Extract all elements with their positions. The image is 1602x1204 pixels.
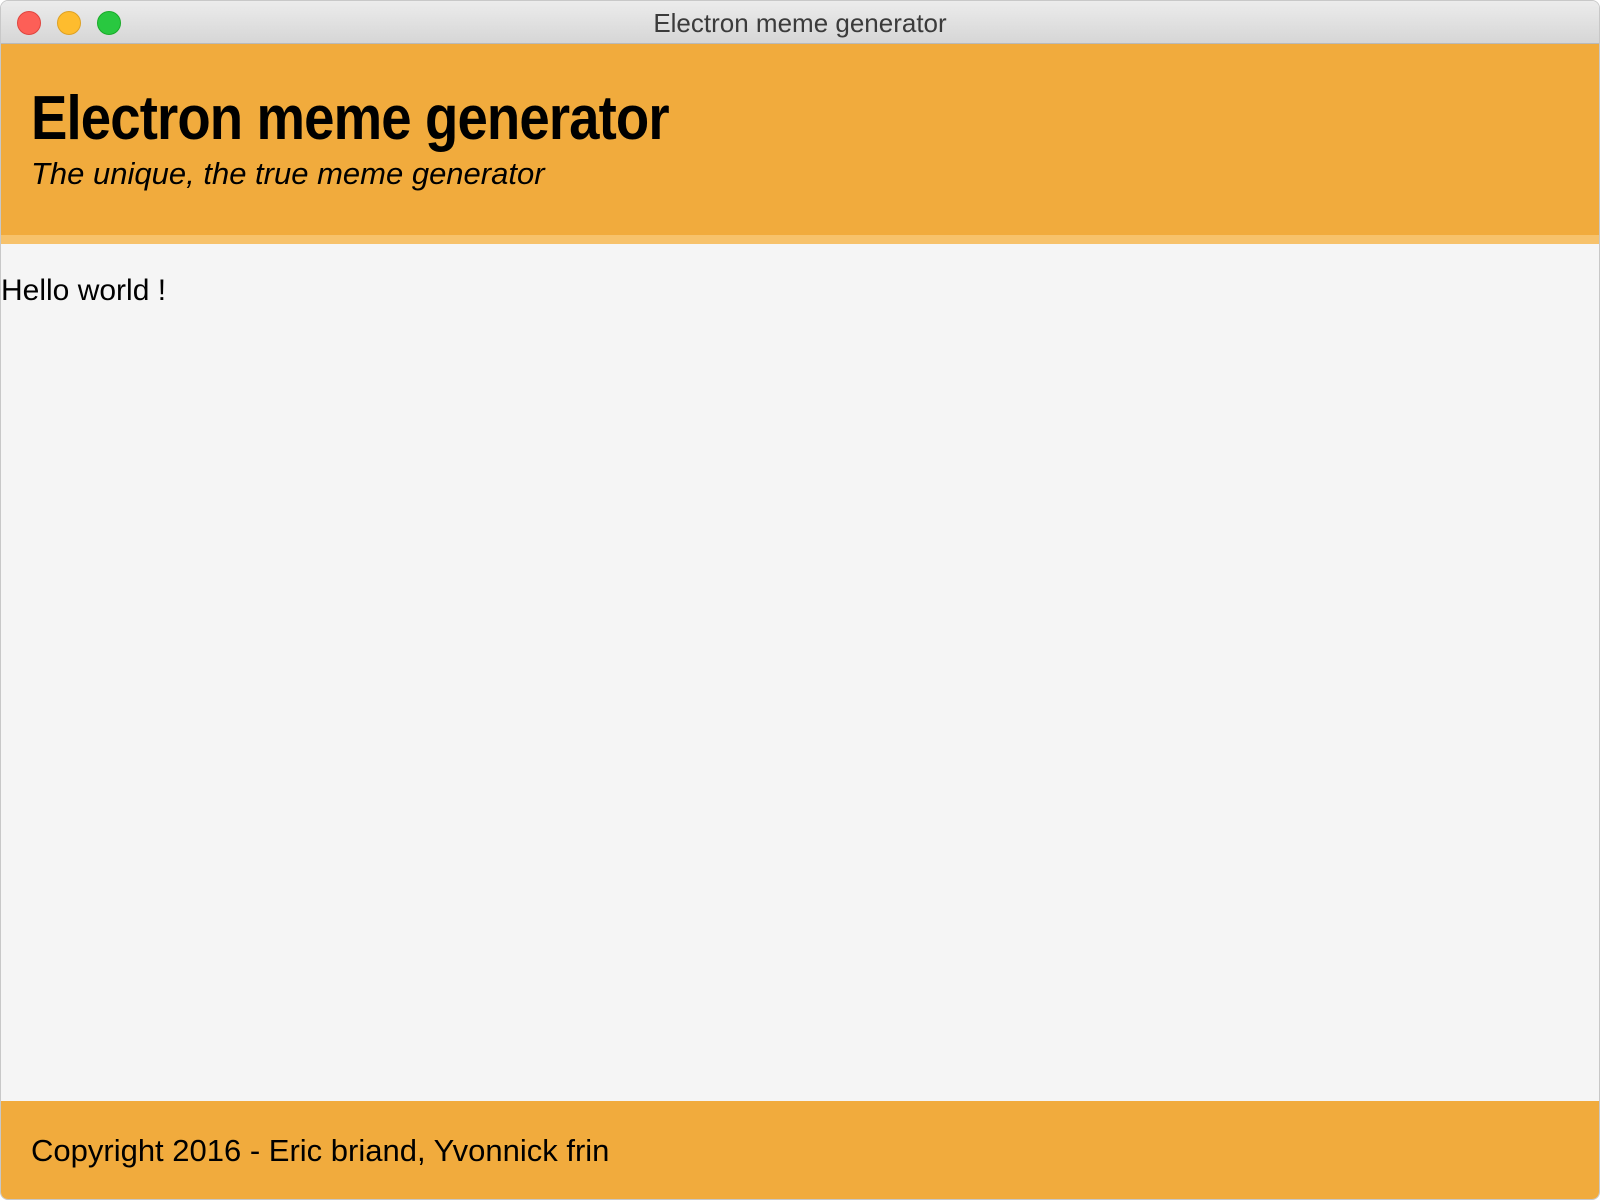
app-window: Electron meme generator Electron meme ge… (0, 0, 1600, 1200)
page-subtitle: The unique, the true meme generator (31, 156, 545, 191)
copyright-text: Copyright 2016 - Eric briand, Yvonnick f… (31, 1133, 610, 1168)
hello-text: Hello world ! (1, 274, 167, 307)
app-footer: Copyright 2016 - Eric briand, Yvonnick f… (1, 1101, 1599, 1199)
window-title: Electron meme generator (653, 8, 947, 38)
app-header: Electron meme generator The unique, the … (1, 44, 1599, 244)
title-bar[interactable]: Electron meme generator (1, 1, 1599, 44)
page-title: Electron meme generator (31, 84, 670, 153)
main-content: Hello world ! (1, 244, 1599, 1101)
